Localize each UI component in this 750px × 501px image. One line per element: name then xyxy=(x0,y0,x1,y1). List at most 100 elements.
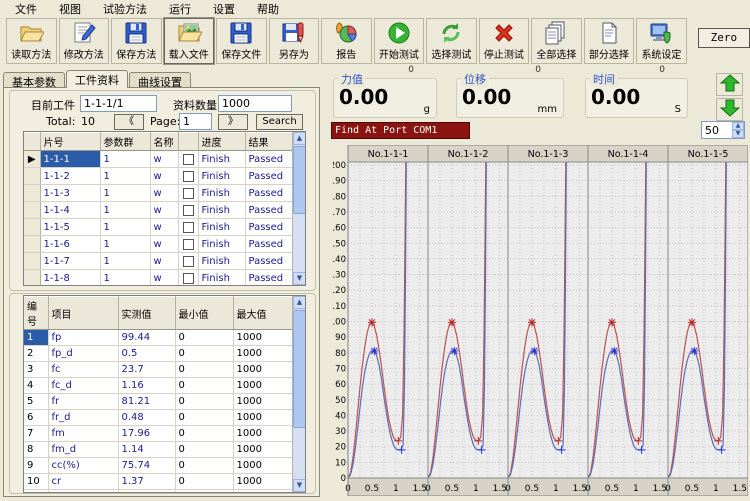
result-no-cell[interactable]: 11 xyxy=(24,490,48,494)
toolbar-button-save-as[interactable]: 另存为 xyxy=(269,18,320,64)
toolbar-button-select-test[interactable]: 选择测试 xyxy=(426,18,477,64)
piece-id-cell[interactable]: 1-1-8 xyxy=(40,270,100,287)
toolbar-button-modify-method[interactable]: 修改方法 xyxy=(59,18,110,64)
toolbar-button-label: 系统设定 xyxy=(641,46,681,61)
pieces-table-row[interactable]: 1-1-21wFinishPassed xyxy=(24,168,292,185)
results-table-row[interactable]: 6fr_d0.4801000 xyxy=(24,410,292,426)
pieces-table-row[interactable]: 1-1-51wFinishPassed xyxy=(24,219,292,236)
toolbar-button-label: 载入文件 xyxy=(169,46,209,61)
progress-checkbox[interactable] xyxy=(183,256,194,267)
data-count-input[interactable] xyxy=(218,95,292,112)
toolbar-button-label: 保存文件 xyxy=(221,46,261,61)
progress-checkbox[interactable] xyxy=(183,205,194,216)
menu-item-file[interactable]: 文件 xyxy=(4,0,48,18)
progress-checkbox[interactable] xyxy=(183,188,194,199)
svg-text:1: 1 xyxy=(553,484,559,494)
next-page-button[interactable]: 》 xyxy=(218,114,248,130)
result-measured-cell: 76.17 xyxy=(118,490,175,494)
piece-id-cell[interactable]: 1-1-4 xyxy=(40,202,100,219)
toolbar-button-read-method[interactable]: 读取方法 xyxy=(6,18,57,64)
page-input[interactable] xyxy=(179,113,212,130)
pieces-table-row[interactable]: 1-1-61wFinishPassed xyxy=(24,236,292,253)
result-no-cell[interactable]: 8 xyxy=(24,442,48,458)
results-table-scrollbar[interactable]: ▲ ▼ xyxy=(292,296,305,492)
menu-item-settings[interactable]: 设置 xyxy=(202,0,246,18)
scale-spinner[interactable]: 50 ▲ ▼ xyxy=(701,121,745,139)
svg-text:170: 170 xyxy=(333,208,346,218)
page-label: Page: xyxy=(150,115,180,128)
svg-text:20: 20 xyxy=(335,443,346,453)
toolbar-button-label: 部分选择 xyxy=(589,46,629,61)
toolbar-button-select-all[interactable]: 全部选择 xyxy=(531,18,582,64)
pieces-table-row[interactable]: 1-1-31wFinishPassed xyxy=(24,185,292,202)
progress-cell: Finish xyxy=(198,219,245,236)
piece-id-cell[interactable]: 1-1-5 xyxy=(40,219,100,236)
piece-id-cell[interactable]: 1-1-6 xyxy=(40,236,100,253)
pieces-table-row[interactable]: 1-1-81wFinishPassed xyxy=(24,270,292,287)
result-no-cell[interactable]: 2 xyxy=(24,346,48,362)
menu-item-test-method[interactable]: 试验方法 xyxy=(92,0,158,18)
pieces-table-row[interactable]: ▶1-1-11wFinishPassed xyxy=(24,151,292,168)
result-no-cell[interactable]: 3 xyxy=(24,362,48,378)
svg-text:30: 30 xyxy=(335,427,346,437)
results-table-row[interactable]: 2fp_d0.501000 xyxy=(24,346,292,362)
progress-checkbox[interactable] xyxy=(183,222,194,233)
result-item-cell: fp_d xyxy=(48,346,118,362)
piece-id-cell[interactable]: 1-1-1 xyxy=(40,151,100,168)
piece-id-cell[interactable]: 1-1-7 xyxy=(40,253,100,270)
spinner-up-icon[interactable]: ▲ xyxy=(732,122,744,130)
toolbar-button-stop-test[interactable]: 停止测试 xyxy=(479,18,530,64)
result-no-cell[interactable]: 10 xyxy=(24,474,48,490)
results-table-row[interactable]: 5fr81.2101000 xyxy=(24,394,292,410)
result-no-cell[interactable]: 4 xyxy=(24,378,48,394)
toolbar-button-report[interactable]: 报告 xyxy=(321,18,372,64)
progress-checkbox[interactable] xyxy=(183,154,194,165)
current-piece-input[interactable] xyxy=(80,95,157,112)
toolbar-button-system-settings[interactable]: 系统设定 xyxy=(636,18,687,64)
toolbar-button-save-method[interactable]: 保存方法 xyxy=(111,18,162,64)
result-no-cell[interactable]: 7 xyxy=(24,426,48,442)
pieces-table-row[interactable]: 1-1-71wFinishPassed xyxy=(24,253,292,270)
search-button[interactable]: Search xyxy=(256,114,303,130)
piece-id-cell[interactable]: 1-1-2 xyxy=(40,168,100,185)
results-table-row[interactable]: 8fm_d1.1401000 xyxy=(24,442,292,458)
svg-text:0.5: 0.5 xyxy=(605,484,619,494)
scale-up-button[interactable] xyxy=(716,73,743,96)
results-table-row[interactable]: 9cc(%)75.7401000 xyxy=(24,458,292,474)
toolbar-button-start-test[interactable]: 开始测试 xyxy=(374,18,425,64)
toolbar-button-select-partial[interactable]: 部分选择 xyxy=(584,18,635,64)
results-table-row[interactable]: 1fp99.4401000 xyxy=(24,330,292,346)
toolbar-button-load-file[interactable]: 载入文件 xyxy=(164,18,215,64)
pieces-table-scrollbar[interactable]: ▲ ▼ xyxy=(292,132,305,285)
menu-item-run[interactable]: 运行 xyxy=(158,0,202,18)
piece-id-cell[interactable]: 1-1-3 xyxy=(40,185,100,202)
menu-item-view[interactable]: 视图 xyxy=(48,0,92,18)
spinner-down-icon[interactable]: ▼ xyxy=(732,130,744,138)
tab-basic-params[interactable]: 基本参数 xyxy=(3,72,65,88)
results-table-row[interactable]: 3fc23.701000 xyxy=(24,362,292,378)
progress-checkbox[interactable] xyxy=(183,239,194,250)
menu-item-help[interactable]: 帮助 xyxy=(246,0,290,18)
svg-text:No.1-1-3: No.1-1-3 xyxy=(528,149,569,160)
result-no-cell[interactable]: 5 xyxy=(24,394,48,410)
result-cell: Passed xyxy=(245,185,292,202)
workpiece-panel: 目前工件 资料数量 Total: 10 《 Page: 》 Search 片号参… xyxy=(3,87,320,497)
scale-down-button[interactable] xyxy=(716,98,743,121)
result-no-cell[interactable]: 1 xyxy=(24,330,48,346)
result-no-cell[interactable]: 6 xyxy=(24,410,48,426)
pieces-table-row[interactable]: 1-1-41wFinishPassed xyxy=(24,202,292,219)
results-table-row[interactable]: 11tt76.1701000 xyxy=(24,490,292,494)
tab-workpiece-data[interactable]: 工件资料 xyxy=(66,70,128,88)
result-no-cell[interactable]: 9 xyxy=(24,458,48,474)
total-label: Total: xyxy=(46,115,75,128)
zero-button[interactable]: Zero xyxy=(698,28,750,48)
prev-page-button[interactable]: 《 xyxy=(114,114,144,130)
results-table-row[interactable]: 7fm17.9601000 xyxy=(24,426,292,442)
progress-checkbox[interactable] xyxy=(183,171,194,182)
results-table-row[interactable]: 4fc_d1.1601000 xyxy=(24,378,292,394)
tab-curve-settings[interactable]: 曲线设置 xyxy=(129,72,191,88)
time-unit: S xyxy=(675,104,681,115)
toolbar-button-save-file[interactable]: 保存文件 xyxy=(216,18,267,64)
progress-checkbox[interactable] xyxy=(183,273,194,284)
results-table-row[interactable]: 10cr1.3701000 xyxy=(24,474,292,490)
